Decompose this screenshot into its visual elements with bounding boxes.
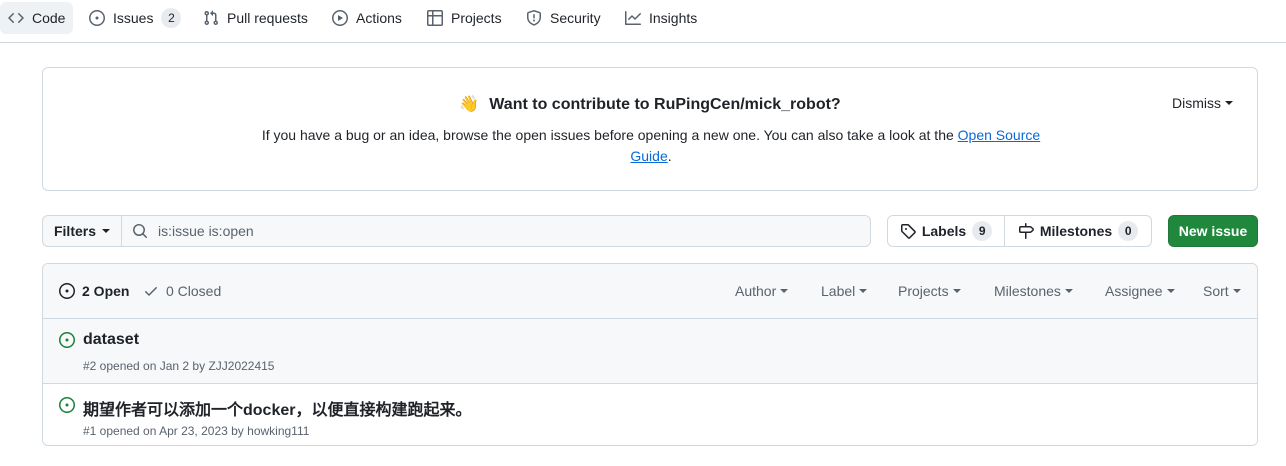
sort-filter[interactable]: Sort bbox=[1203, 283, 1241, 299]
tab-code-label: Code bbox=[32, 10, 66, 26]
labels-button[interactable]: Labels 9 bbox=[887, 215, 1005, 247]
banner-text-before: If you have a bug or an idea, browse the… bbox=[261, 127, 958, 143]
tab-issues-label: Issues bbox=[113, 10, 154, 26]
caret-down-icon bbox=[859, 289, 868, 293]
issue-row[interactable]: 期望作者可以添加一个docker，以便直接构建跑起来。 #1 opened on… bbox=[43, 384, 1257, 445]
search-input[interactable] bbox=[158, 223, 838, 239]
author-filter[interactable]: Author bbox=[735, 283, 789, 299]
filters-label: Filters bbox=[53, 223, 96, 239]
issue-meta: #2 opened on Jan 2 by ZJJ2022415 bbox=[83, 359, 275, 373]
caret-down-icon bbox=[1064, 289, 1073, 293]
tab-insights-label: Insights bbox=[649, 10, 698, 26]
caret-down-icon bbox=[102, 229, 110, 233]
issues-list-header: 2 Open 0 Closed Author Label Projects Mi… bbox=[43, 264, 1257, 319]
tab-code[interactable]: Code bbox=[0, 2, 74, 34]
waving-hand-icon: 👋 bbox=[459, 96, 480, 113]
labels-label: Labels bbox=[921, 223, 967, 239]
search-icon bbox=[133, 224, 148, 239]
closed-issues-toggle[interactable]: 0 Closed bbox=[143, 283, 221, 299]
issue-meta: #1 opened on Apr 23, 2023 by howking111 bbox=[83, 424, 310, 438]
banner-text-after: . bbox=[667, 148, 672, 164]
code-icon bbox=[8, 13, 24, 23]
caret-down-icon bbox=[1166, 289, 1175, 293]
shield-icon bbox=[527, 10, 541, 26]
tab-issues[interactable]: Issues 2 bbox=[81, 2, 189, 34]
sort-filter-label: Sort bbox=[1203, 283, 1229, 299]
banner-description: If you have a bug or an idea, browse the… bbox=[243, 125, 1059, 167]
tab-projects[interactable]: Projects bbox=[419, 2, 510, 34]
milestones-label: Milestones bbox=[1039, 223, 1113, 239]
open-count-label: 2 Open bbox=[82, 283, 130, 299]
milestones-filter-label: Milestones bbox=[994, 283, 1061, 299]
filters-button[interactable]: Filters bbox=[42, 215, 122, 247]
contribute-banner: 👋 Want to contribute to RuPingCen/mick_ro… bbox=[42, 67, 1258, 191]
tab-pull-requests[interactable]: Pull requests bbox=[195, 2, 316, 34]
issues-list: 2 Open 0 Closed Author Label Projects Mi… bbox=[42, 263, 1258, 446]
milestones-count-badge: 0 bbox=[1118, 221, 1139, 241]
banner-title: 👋 Want to contribute to RuPingCen/mick_ro… bbox=[43, 94, 1257, 114]
tab-actions-label: Actions bbox=[356, 10, 402, 26]
projects-filter[interactable]: Projects bbox=[898, 283, 961, 299]
tab-security[interactable]: Security bbox=[518, 2, 609, 34]
assignee-filter[interactable]: Assignee bbox=[1105, 283, 1175, 299]
issue-opened-icon bbox=[59, 332, 75, 348]
tab-projects-label: Projects bbox=[451, 10, 502, 26]
check-icon bbox=[145, 287, 157, 296]
tab-security-label: Security bbox=[550, 10, 601, 26]
assignee-filter-label: Assignee bbox=[1105, 283, 1163, 299]
dismiss-button[interactable]: Dismiss bbox=[1172, 95, 1233, 111]
issue-title-link[interactable]: 期望作者可以添加一个docker，以便直接构建跑起来。 bbox=[83, 396, 471, 420]
issue-search bbox=[121, 215, 871, 247]
milestone-icon bbox=[1018, 223, 1034, 239]
dismiss-label: Dismiss bbox=[1172, 95, 1221, 111]
issue-opened-icon bbox=[89, 10, 105, 26]
caret-down-icon bbox=[952, 289, 961, 293]
new-issue-button[interactable]: New issue bbox=[1168, 215, 1258, 247]
label-filter[interactable]: Label bbox=[821, 283, 868, 299]
issue-opened-icon bbox=[59, 397, 75, 413]
author-filter-label: Author bbox=[735, 283, 777, 299]
issue-title-link[interactable]: dataset bbox=[83, 331, 139, 349]
label-filter-label: Label bbox=[821, 283, 856, 299]
tab-insights[interactable]: Insights bbox=[617, 2, 705, 34]
projects-filter-label: Projects bbox=[898, 283, 949, 299]
git-pull-request-icon bbox=[204, 10, 219, 26]
caret-down-icon bbox=[1232, 289, 1241, 293]
labels-count-badge: 9 bbox=[972, 221, 993, 241]
graph-icon bbox=[625, 11, 641, 25]
banner-title-text: Want to contribute to RuPingCen/mick_rob… bbox=[489, 96, 841, 113]
tag-icon bbox=[900, 224, 916, 239]
issue-row[interactable]: dataset #2 opened on Jan 2 by ZJJ2022415 bbox=[43, 319, 1257, 384]
tab-pull-requests-label: Pull requests bbox=[227, 10, 308, 26]
play-icon bbox=[332, 10, 348, 26]
open-issues-toggle[interactable]: 2 Open bbox=[59, 283, 129, 299]
milestones-button[interactable]: Milestones 0 bbox=[1004, 215, 1152, 247]
issue-opened-icon bbox=[59, 283, 75, 299]
closed-count-label: 0 Closed bbox=[166, 283, 222, 299]
repo-navigation: Code Issues 2 Pull requests Actions Proj… bbox=[0, 0, 1286, 43]
caret-down-icon bbox=[1225, 101, 1233, 105]
table-icon bbox=[427, 10, 443, 26]
milestones-filter[interactable]: Milestones bbox=[994, 283, 1073, 299]
tab-actions[interactable]: Actions bbox=[324, 2, 410, 34]
caret-down-icon bbox=[780, 289, 789, 293]
issues-count-badge: 2 bbox=[161, 8, 182, 28]
